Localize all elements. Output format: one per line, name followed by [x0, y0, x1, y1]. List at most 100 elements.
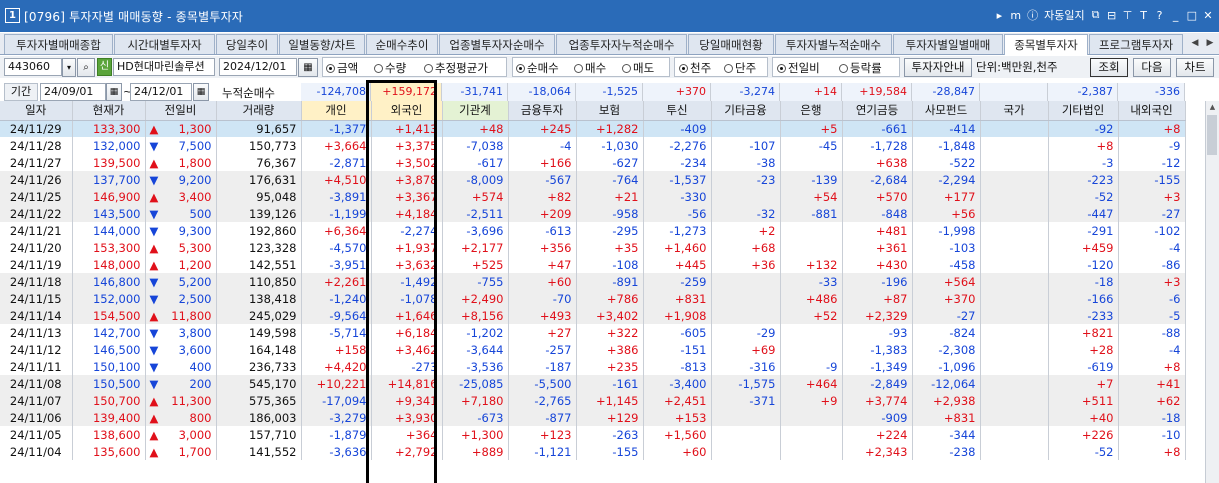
- font-icon[interactable]: T: [1139, 9, 1149, 22]
- share-radio-1[interactable]: 천주: [679, 59, 711, 77]
- tab-12[interactable]: 프로그램투자자: [1089, 34, 1183, 54]
- tab-5[interactable]: 순매수추이: [366, 34, 438, 54]
- investor-value-cell: -151: [643, 341, 712, 358]
- tab-8[interactable]: 당일매매현황: [688, 34, 774, 54]
- column-header[interactable]: 거래량: [216, 101, 302, 121]
- scroll-left-icon[interactable]: ◀: [1188, 36, 1202, 50]
- cumulative-value: [980, 83, 1048, 101]
- info-icon[interactable]: ⓘ: [1027, 7, 1038, 23]
- tab-7[interactable]: 업종투자자누적순매수: [556, 34, 687, 54]
- tab-6[interactable]: 업종별투자자순매수: [439, 34, 555, 54]
- close-button[interactable]: ✕: [1203, 9, 1213, 22]
- scroll-thumb[interactable]: [1207, 115, 1217, 155]
- table-row[interactable]: 24/11/05 138,600 ▲ 3,000 157,710 -1,879 +364 +1…: [0, 426, 1186, 443]
- table-row[interactable]: 24/11/21 144,000 ▼ 9,300 192,860 +6,364 -2,274…: [0, 222, 1186, 239]
- unit-radio-3[interactable]: 추정평균가: [424, 59, 488, 77]
- column-header[interactable]: 기관계: [442, 101, 509, 121]
- table-row[interactable]: 24/11/18 146,800 ▼ 5,200 110,850 +2,261 -1,492…: [0, 273, 1186, 290]
- date-cell: 24/11/18: [0, 273, 73, 290]
- tab-4[interactable]: 일별동향/차트: [279, 34, 365, 54]
- column-header[interactable]: 개인: [301, 101, 372, 121]
- help-icon[interactable]: ?: [1155, 9, 1165, 22]
- table-row[interactable]: 24/11/12 146,500 ▼ 3,600 164,148 +158 +3,462 -3…: [0, 341, 1186, 358]
- column-header[interactable]: 은행: [780, 101, 843, 121]
- unit-radio-2[interactable]: 수량: [374, 59, 406, 77]
- scroll-up-icon[interactable]: ▲: [1206, 101, 1219, 113]
- column-header[interactable]: 기타법인: [1048, 101, 1119, 121]
- table-row[interactable]: 24/11/28 132,000 ▼ 7,500 150,773 +3,664 +3,375…: [0, 137, 1186, 154]
- period-from-input[interactable]: 24/09/01: [40, 83, 106, 101]
- change-cell: ▼ 9,300: [145, 222, 217, 239]
- column-header[interactable]: 현재가: [72, 101, 146, 121]
- column-header[interactable]: 투신: [643, 101, 712, 121]
- table-row[interactable]: 24/11/08 150,500 ▼ 200 545,170 +10,221 +14,816…: [0, 375, 1186, 392]
- calendar-icon[interactable]: ▦: [298, 58, 318, 77]
- share-radio-2[interactable]: 단주: [724, 59, 756, 77]
- table-row[interactable]: 24/11/15 152,000 ▼ 2,500 138,418 -1,240 -1,078…: [0, 290, 1186, 307]
- table-row[interactable]: 24/11/27 139,500 ▲ 1,800 76,367 -2,871 +3,502-…: [0, 154, 1186, 171]
- column-header[interactable]: 일자: [0, 101, 73, 121]
- investor-value-cell: +3,774: [842, 392, 913, 409]
- tab-9[interactable]: 투자자별누적순매수: [775, 34, 892, 54]
- investor-value-cell: -5,714: [301, 324, 372, 341]
- column-header[interactable]: 연기금등: [842, 101, 913, 121]
- date-input[interactable]: 2024/12/01: [219, 58, 297, 76]
- tab-10[interactable]: 투자자별일별매매: [893, 34, 1003, 54]
- tab-11[interactable]: 종목별투자자: [1004, 34, 1088, 55]
- price-cell: 143,500: [72, 205, 146, 222]
- trade-radio-1[interactable]: 순매수: [516, 59, 559, 77]
- table-row[interactable]: 24/11/26 137,700 ▼ 9,200 176,631 +4,510 +3,878…: [0, 171, 1186, 188]
- investor-value-cell: +87: [842, 290, 913, 307]
- pin-icon[interactable]: ⊤: [1123, 9, 1133, 22]
- window-split-icon[interactable]: ⊟: [1107, 9, 1117, 22]
- compare-radio-2[interactable]: 등락률: [839, 59, 882, 77]
- table-row[interactable]: 24/11/07 150,700 ▲ 11,300 575,365 -17,094 +9,3…: [0, 392, 1186, 409]
- auto-journal-label[interactable]: 자동일지: [1044, 7, 1084, 23]
- maximize-button[interactable]: □: [1187, 9, 1197, 22]
- column-header[interactable]: 금융투자: [508, 101, 577, 121]
- column-header[interactable]: 내외국인: [1118, 101, 1186, 121]
- from-calendar-icon[interactable]: ▦: [106, 83, 122, 101]
- table-row[interactable]: 24/11/06 139,400 ▲ 800 186,003 -3,279 +3,930 -6…: [0, 409, 1186, 426]
- trade-radio-3[interactable]: 매도: [622, 59, 654, 77]
- table-row[interactable]: 24/11/11 150,100 ▼ 400 236,733 +4,420 -273 -3,5…: [0, 358, 1186, 375]
- table-row[interactable]: 24/11/20 153,300 ▲ 5,300 123,328 -4,570 +1,937…: [0, 239, 1186, 256]
- tab-1[interactable]: 투자자별매매종합: [4, 34, 113, 54]
- compare-radio-1[interactable]: 전일비: [777, 59, 820, 77]
- minimize-button[interactable]: _: [1171, 9, 1181, 22]
- investor-guide-button[interactable]: 투자자안내: [904, 58, 972, 77]
- column-header[interactable]: 국가: [980, 101, 1049, 121]
- vertical-scrollbar[interactable]: ▲: [1205, 101, 1219, 483]
- tab-2[interactable]: 시간대별투자자: [114, 34, 215, 54]
- window-number[interactable]: 1: [5, 8, 20, 23]
- table-row[interactable]: 24/11/14 154,500 ▲ 11,800 245,029 -9,564 +1,64…: [0, 307, 1186, 324]
- code-dropdown-button[interactable]: ▾: [62, 58, 76, 77]
- investor-value-cell: [980, 120, 1049, 137]
- period-to-input[interactable]: 24/12/01: [130, 83, 192, 101]
- column-header[interactable]: 외국인: [371, 101, 443, 121]
- trade-radio-2[interactable]: 매수: [574, 59, 606, 77]
- next-button[interactable]: 다음: [1133, 58, 1171, 77]
- expand-arrow-icon[interactable]: ▸: [994, 9, 1004, 22]
- window-controls: ▸ m ⓘ 자동일지 ⧉ ⊟ ⊤ T? _ □ ✕: [994, 7, 1213, 23]
- column-header[interactable]: 기타금융: [711, 101, 781, 121]
- unit-radio-1[interactable]: 금액: [326, 59, 358, 77]
- to-calendar-icon[interactable]: ▦: [193, 83, 209, 101]
- table-row[interactable]: 24/11/29 133,300 ▲ 1,300 91,657 -1,377 +1,413 +…: [0, 120, 1186, 137]
- memo-icon[interactable]: m: [1010, 9, 1021, 22]
- column-header[interactable]: 사모펀드: [912, 101, 981, 121]
- scroll-right-icon[interactable]: ▶: [1203, 36, 1217, 50]
- chart-button[interactable]: 차트: [1176, 58, 1214, 77]
- window-tile-icon[interactable]: ⧉: [1091, 8, 1101, 22]
- column-header[interactable]: 전일비: [145, 101, 217, 121]
- table-row[interactable]: 24/11/22 143,500 ▼ 500 139,126 -1,199 +4,184 -2…: [0, 205, 1186, 222]
- column-header[interactable]: 보험: [576, 101, 644, 121]
- table-row[interactable]: 24/11/04 135,600 ▲ 1,700 141,552 -3,636 +2,792…: [0, 443, 1186, 460]
- table-row[interactable]: 24/11/13 142,700 ▼ 3,800 149,598 -5,714 +6,184…: [0, 324, 1186, 341]
- table-row[interactable]: 24/11/25 146,900 ▲ 3,400 95,048 -3,891 +3,367 +…: [0, 188, 1186, 205]
- table-row[interactable]: 24/11/19 148,000 ▲ 1,200 142,551 -3,951 +3,632…: [0, 256, 1186, 273]
- query-button[interactable]: 조회: [1090, 58, 1128, 77]
- stock-code-input[interactable]: 443060: [4, 58, 62, 76]
- search-icon[interactable]: ⌕: [77, 58, 95, 77]
- tab-3[interactable]: 당일추이: [216, 34, 278, 54]
